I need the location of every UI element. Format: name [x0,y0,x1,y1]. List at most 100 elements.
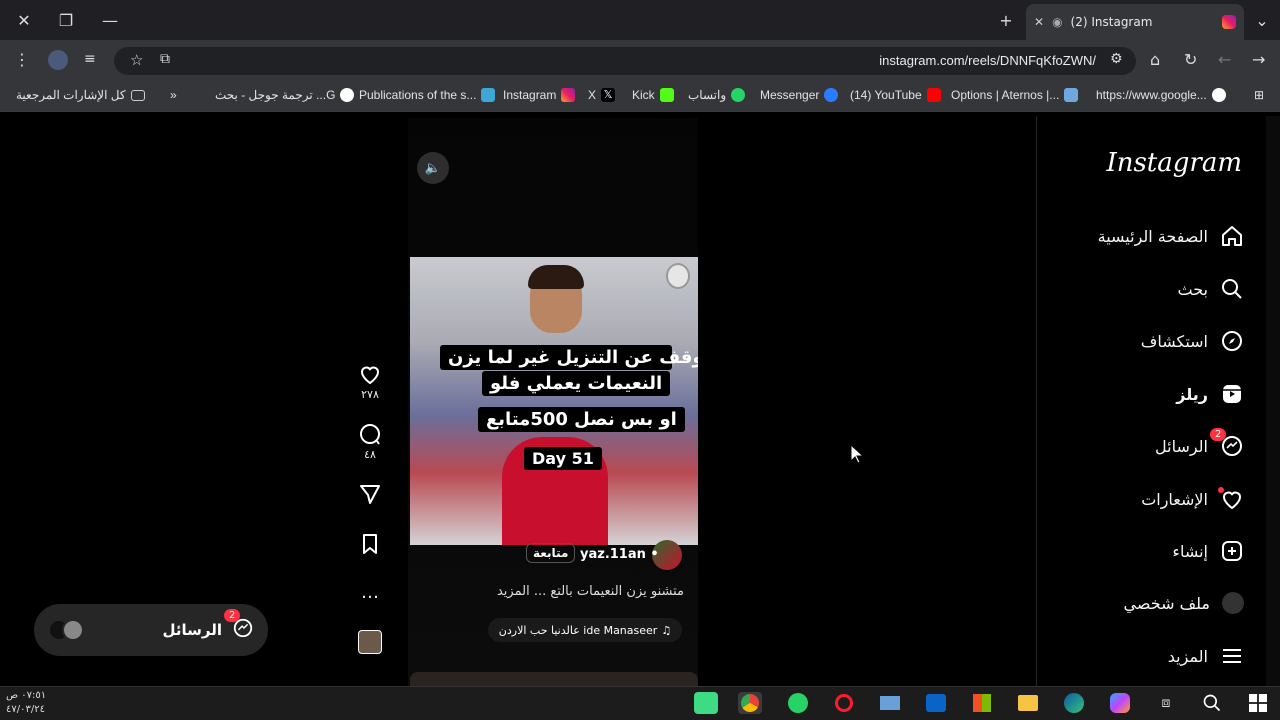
sidebar-item-notifications[interactable]: الإشعارات [1141,487,1244,511]
reel-caption-day: Day 51 [524,447,602,470]
bookmark-google-translate[interactable]: ترجمة جوجل - بحث ...G [215,88,355,102]
avatar-icon [1222,592,1244,614]
reel-video[interactable]: ما رح اتوقف عن التنزيل غير لما يزن النعي… [410,257,698,545]
store-icon[interactable] [970,692,994,714]
taskbar-search-icon[interactable] [1200,692,1224,714]
sidebar-item-messages[interactable]: الرسائل 2 [1155,428,1244,458]
next-reel-preview[interactable] [410,672,698,686]
reload-icon[interactable]: ↻ [1184,50,1197,69]
heart-icon[interactable] [358,362,382,386]
sidebar-item-label: الرسائل [1155,436,1208,456]
likes-count: ٢٧٨ [361,388,379,401]
sidebar-item-create[interactable]: إنشاء [1172,539,1244,563]
messages-avatars [48,619,84,641]
forward-icon[interactable]: → [1252,50,1265,69]
file-explorer-icon[interactable] [1016,692,1040,714]
clock[interactable]: ٠٧:٥١ ص ٤٧/٠٣/٢٤ [6,689,46,717]
copilot-icon[interactable] [1108,692,1132,714]
tab-audio-icon: ◉ [1052,15,1063,29]
messages-pill[interactable]: الرسائل 2 [34,604,268,656]
x-icon: 𝕏 [601,88,616,102]
tab-title: (2) Instagram [1070,15,1153,29]
save-action[interactable] [356,532,384,556]
youtube-icon [926,88,941,102]
tab-search-icon[interactable]: ⌄ [1248,8,1276,32]
page-scrollbar[interactable] [1266,116,1280,686]
mute-button[interactable]: 🔈 [417,152,449,184]
minimize-window-icon[interactable]: — [96,8,124,32]
chrome-icon[interactable] [738,692,762,714]
bookmark-all[interactable]: كل الإشارات المرجعية [16,88,145,102]
restore-window-icon[interactable]: ❐ [52,8,80,32]
bookmark-publications[interactable]: Publications of the s... [359,88,496,102]
comment-icon[interactable] [358,422,382,446]
media-icon[interactable]: ≡ [84,51,96,67]
sidebar-item-profile[interactable]: ملف شخصي [1124,592,1244,614]
menu-dots-icon[interactable]: ⋮ [14,50,30,69]
folder-icon [130,89,145,101]
windows-start-icon[interactable] [1246,692,1270,714]
like-action[interactable]: ٢٧٨ [356,362,384,401]
apps-grid-icon[interactable]: ⊞ [1254,88,1264,102]
reel-description[interactable]: متشنو يزن النعيمات بالتع ... المزيد [484,584,684,599]
bookmark-messenger[interactable]: Messenger [760,88,839,102]
audio-pill[interactable]: عالدنيا حب الاردن ide Manaseer ♫ [488,618,682,642]
bookmark-icon[interactable] [358,532,382,556]
windows-taskbar [0,686,1280,720]
messenger-icon [824,88,839,102]
sidebar-item-label: الإشعارات [1141,489,1208,509]
outlook-icon[interactable] [924,692,948,714]
more-options-icon[interactable]: … [356,582,384,603]
bookmark-aternos[interactable]: Options | Aternos |... [951,88,1079,102]
instagram-favicon-icon [1222,15,1236,29]
sidebar-item-explore[interactable]: استكشاف [1141,329,1244,353]
remote-desktop-icon[interactable] [878,692,902,714]
profile-avatar[interactable] [48,50,68,70]
instagram-icon [561,88,576,102]
bookmarks-overflow-icon[interactable]: » [170,88,177,102]
opera-icon[interactable] [832,692,856,714]
speaker-icon: 🔈 [424,160,442,176]
bookmark-instagram[interactable]: Instagram [503,88,576,102]
comment-action[interactable]: ٤٨ [356,422,384,461]
sidebar-item-label: ملف شخصي [1123,593,1210,613]
create-icon [1222,541,1242,561]
sidebar-item-home[interactable]: الصفحة الرئيسية [1098,224,1244,248]
send-icon[interactable] [358,482,382,506]
whatsapp-taskbar-icon[interactable] [786,692,810,714]
back-icon[interactable]: ← [1218,50,1231,69]
messenger-icon: 2 [224,609,254,643]
url-text: instagram.com/reels/DNNFqKfoZWN/ [879,53,1096,68]
close-window-icon[interactable]: ✕ [10,8,38,32]
task-view-icon[interactable]: ⧈ [1154,692,1178,714]
clock-time: ٠٧:٥١ ص [6,690,47,701]
site-settings-icon[interactable]: ⚙ [1110,51,1123,67]
follow-button[interactable]: متابعة [526,543,576,563]
notification-dot [1218,487,1224,493]
sidebar-item-search[interactable]: بحث [1178,277,1245,301]
android-app-icon[interactable] [694,692,718,714]
sidebar-item-reels[interactable]: ريلز [1176,382,1244,406]
instagram-logo[interactable]: Instagram [1106,148,1242,178]
clock-date: ٤٧/٠٣/٢٤ [6,704,45,715]
install-app-icon[interactable]: ⧉ [160,51,170,67]
bookmark-star-icon[interactable]: ☆ [130,51,143,69]
share-action[interactable] [356,482,384,506]
author-username[interactable]: yaz.11an • [580,547,659,562]
close-tab-icon[interactable]: ✕ [1034,15,1044,29]
tab-instagram[interactable]: ✕ ◉ (2) Instagram [1026,4,1244,40]
bookmark-kick[interactable]: Kick [632,88,674,102]
bookmark-x[interactable]: X𝕏 [588,88,616,102]
new-tab-icon[interactable]: + [992,8,1020,32]
bookmark-google[interactable]: https://www.google... [1096,88,1226,102]
home-browser-icon[interactable]: ⌂ [1150,50,1160,69]
heart-icon [1218,487,1244,511]
reel-caption-line1: ما رح اتوقف عن التنزيل غير لما يزن [440,345,698,370]
audio-thumbnail[interactable] [358,630,382,654]
menu-icon [1223,649,1241,663]
sidebar-item-more[interactable]: المزيد [1168,644,1244,668]
bookmark-whatsapp[interactable]: واتساب [688,88,746,102]
edge-icon[interactable] [1062,692,1086,714]
google-icon [1211,88,1226,102]
bookmark-youtube[interactable]: (14) YouTube [850,88,941,102]
